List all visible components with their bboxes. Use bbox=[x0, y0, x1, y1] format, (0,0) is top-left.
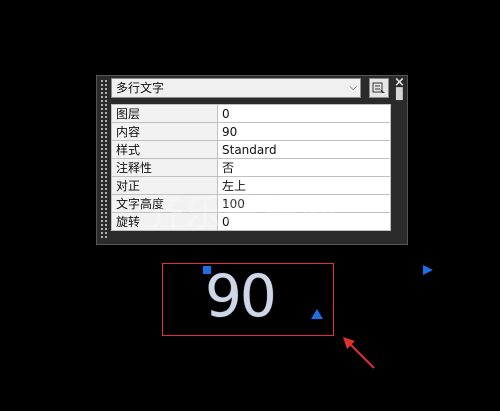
property-name: 图层 bbox=[111, 104, 218, 123]
property-row[interactable]: 注释性 否 bbox=[111, 158, 391, 177]
width-grip[interactable] bbox=[423, 265, 433, 275]
property-row[interactable]: 对正 左上 bbox=[111, 176, 391, 195]
red-arrow-annotation bbox=[343, 337, 375, 369]
palette-menu-icon[interactable]: ■ ■ bbox=[395, 87, 404, 102]
property-value[interactable]: 100 bbox=[217, 194, 391, 213]
quick-select-icon bbox=[372, 82, 385, 93]
insertion-grip[interactable] bbox=[203, 266, 211, 274]
property-row[interactable]: 样式 Standard bbox=[111, 140, 391, 159]
mtext-object[interactable]: 90 bbox=[205, 266, 277, 326]
object-type-value: 多行文字 bbox=[116, 81, 165, 95]
quick-select-button[interactable] bbox=[369, 78, 389, 98]
property-row[interactable]: 旋转 0 bbox=[111, 212, 391, 231]
property-value[interactable]: 90 bbox=[217, 122, 391, 141]
property-name: 注释性 bbox=[111, 158, 218, 177]
property-name: 文字高度 bbox=[111, 194, 218, 213]
property-name: 样式 bbox=[111, 140, 218, 159]
properties-table: 图层 0 内容 90 样式 Standard 注释性 否 对正 左上 文字高度 … bbox=[111, 104, 391, 231]
object-type-dropdown[interactable]: 多行文字 ⌵ bbox=[111, 78, 361, 98]
chevron-down-icon: ⌵ bbox=[349, 82, 357, 93]
property-row[interactable]: 文字高度 100 bbox=[111, 194, 391, 213]
property-name: 旋转 bbox=[111, 212, 218, 231]
property-value[interactable]: 否 bbox=[217, 158, 391, 177]
property-name: 内容 bbox=[111, 122, 218, 141]
property-row[interactable]: 内容 90 bbox=[111, 122, 391, 141]
property-value[interactable]: Standard bbox=[217, 140, 391, 159]
property-value[interactable]: 0 bbox=[217, 212, 391, 231]
quick-properties-palette: 多行文字 ⌵ × ■ ■ 图层 0 内容 90 样式 Standard 注释性 否 bbox=[96, 75, 408, 245]
palette-drag-handle[interactable] bbox=[100, 79, 108, 239]
property-value[interactable]: 左上 bbox=[217, 176, 391, 195]
height-grip[interactable] bbox=[311, 309, 323, 319]
property-name: 对正 bbox=[111, 176, 218, 195]
property-row[interactable]: 图层 0 bbox=[111, 104, 391, 123]
property-value[interactable]: 0 bbox=[217, 104, 391, 123]
